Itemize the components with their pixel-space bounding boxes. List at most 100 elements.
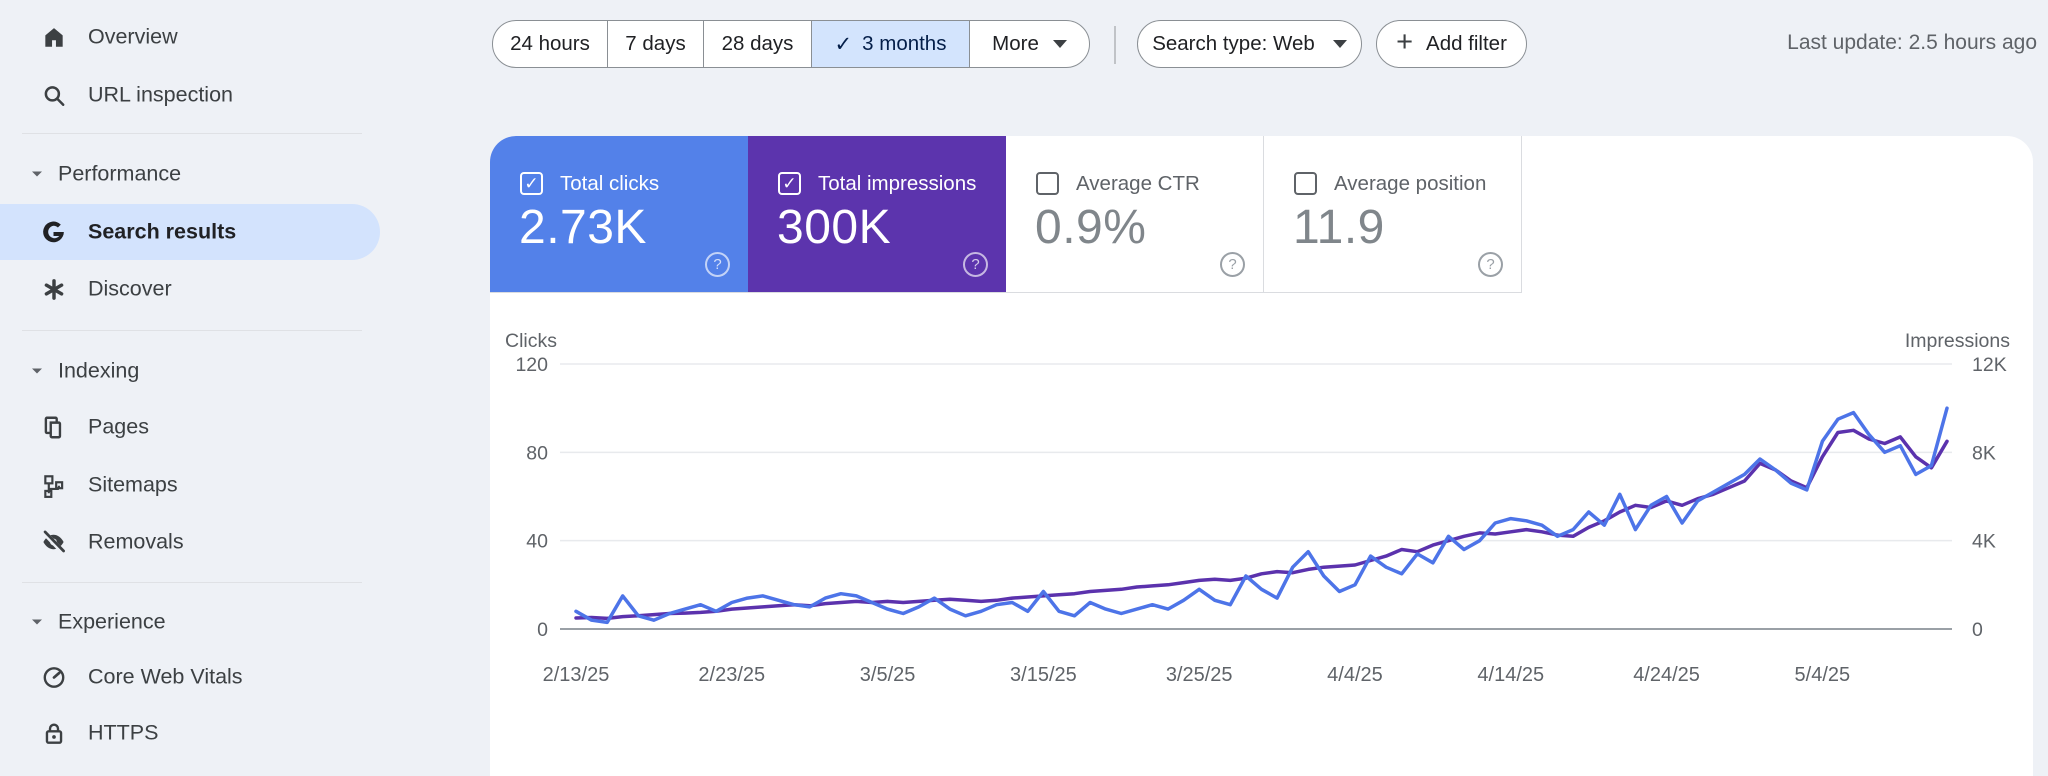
svg-text:4K: 4K [1972, 531, 1996, 553]
metric-tiles-row: ✓ Total clicks 2.73K ? ✓ Total impressio… [490, 136, 1522, 293]
sidebar-item-core-web-vitals[interactable]: Core Web Vitals [0, 654, 380, 700]
svg-text:40: 40 [526, 531, 548, 553]
sidebar-item-removals[interactable]: Removals [0, 519, 380, 565]
search-type-label: Search type: Web [1152, 32, 1315, 55]
sidebar-divider [22, 133, 362, 134]
sidebar-section-label: Performance [58, 161, 182, 186]
sitemaps-icon [40, 472, 67, 499]
sidebar-item-label: Removals [88, 529, 184, 554]
sidebar-section-label: Indexing [58, 358, 140, 383]
help-icon[interactable]: ? [705, 252, 730, 277]
metric-label: Average CTR [1076, 172, 1200, 195]
metric-value: 2.73K [519, 201, 647, 254]
metric-label: Total impressions [818, 172, 977, 195]
sidebar-item-url-inspection[interactable]: URL inspection [0, 72, 380, 118]
svg-text:0: 0 [537, 619, 548, 641]
date-range-label: 28 days [721, 32, 794, 55]
sidebar-section-experience[interactable]: Experience [0, 600, 380, 644]
sidebar-item-label: Pages [88, 414, 149, 439]
sidebar-divider [22, 582, 362, 583]
svg-text:2/13/25: 2/13/25 [543, 664, 610, 686]
lock-icon [40, 720, 67, 747]
svg-text:0: 0 [1972, 619, 1983, 641]
toolbar-divider [1114, 26, 1116, 64]
sidebar-item-label: Discover [88, 276, 172, 301]
chevron-down-icon [29, 166, 45, 182]
sidebar-item-label: Core Web Vitals [88, 664, 243, 689]
metric-value: 0.9% [1035, 201, 1147, 254]
sidebar-item-search-results[interactable]: Search results [0, 204, 380, 260]
date-range-label: 24 hours [510, 32, 590, 55]
checkbox-checked-icon[interactable]: ✓ [778, 172, 801, 195]
svg-text:3/5/25: 3/5/25 [860, 664, 916, 686]
date-range-label: More [992, 32, 1039, 55]
svg-text:3/25/25: 3/25/25 [1166, 664, 1233, 686]
svg-text:8K: 8K [1972, 442, 1996, 464]
sidebar-item-overview[interactable]: Overview [0, 14, 380, 60]
metric-tile-total-clicks[interactable]: ✓ Total clicks 2.73K ? [490, 136, 748, 292]
sidebar: Overview URL inspection Performance Sear… [0, 0, 380, 745]
search-type-dropdown[interactable]: Search type: Web [1137, 20, 1362, 68]
svg-text:Impressions: Impressions [1905, 330, 2010, 352]
svg-text:12K: 12K [1972, 354, 2007, 376]
eye-off-icon [40, 529, 67, 556]
date-range-more-button[interactable]: More [969, 21, 1089, 67]
pages-icon [40, 414, 67, 441]
svg-text:3/15/25: 3/15/25 [1010, 664, 1077, 686]
checkbox-unchecked-icon[interactable] [1036, 172, 1059, 195]
metric-label: Average position [1334, 172, 1487, 195]
svg-text:80: 80 [526, 442, 548, 464]
date-range-segmented-control: 24 hours 7 days 28 days ✓ 3 months More [492, 20, 1090, 68]
sidebar-item-label: Sitemaps [88, 472, 178, 497]
checkbox-checked-icon[interactable]: ✓ [520, 172, 543, 195]
date-range-label: 7 days [625, 32, 686, 55]
svg-text:Clicks: Clicks [505, 330, 557, 352]
svg-text:120: 120 [515, 354, 548, 376]
svg-text:4/14/25: 4/14/25 [1477, 664, 1544, 686]
sidebar-section-label: Experience [58, 609, 166, 634]
google-g-icon [40, 219, 67, 246]
chevron-down-icon [29, 363, 45, 379]
sidebar-item-label: Search results [88, 219, 237, 244]
sidebar-item-label: Overview [88, 24, 178, 49]
sidebar-item-sitemaps[interactable]: Sitemaps [0, 462, 380, 508]
help-icon[interactable]: ? [1478, 252, 1503, 277]
date-range-7-days[interactable]: 7 days [607, 21, 703, 67]
plus-icon: + [1396, 26, 1414, 58]
metric-tile-average-ctr[interactable]: Average CTR 0.9% ? [1006, 136, 1264, 292]
sidebar-item-label: HTTPS [88, 720, 159, 745]
checkbox-unchecked-icon[interactable] [1294, 172, 1317, 195]
metric-tile-total-impressions[interactable]: ✓ Total impressions 300K ? [748, 136, 1006, 292]
metric-value: 11.9 [1293, 201, 1385, 254]
sidebar-divider [22, 330, 362, 331]
chevron-down-icon [29, 614, 45, 630]
check-icon: ✓ [834, 32, 853, 56]
sidebar-section-performance[interactable]: Performance [0, 152, 380, 196]
performance-chart[interactable]: 0 0 40 4K 80 8K 120 12K Clicks Impressions 2/13/25… [490, 321, 2033, 731]
svg-text:2/23/25: 2/23/25 [698, 664, 765, 686]
svg-text:5/4/25: 5/4/25 [1795, 664, 1851, 686]
search-console-performance-page: { "sidebar": { "top_items": [ { "label":… [0, 0, 2048, 776]
help-icon[interactable]: ? [1220, 252, 1245, 277]
metric-label: Total clicks [560, 172, 660, 195]
sidebar-section-indexing[interactable]: Indexing [0, 349, 380, 393]
add-filter-button[interactable]: + Add filter [1376, 20, 1527, 68]
help-icon[interactable]: ? [963, 252, 988, 277]
sidebar-item-pages[interactable]: Pages [0, 404, 380, 450]
sidebar-item-label: URL inspection [88, 82, 233, 107]
date-range-label: 3 months [862, 32, 947, 55]
sidebar-item-https[interactable]: HTTPS [0, 710, 380, 756]
last-update-text: Last update: 2.5 hours ago [1787, 31, 2037, 54]
sidebar-item-discover[interactable]: Discover [0, 266, 380, 312]
gauge-icon [40, 664, 67, 691]
search-icon [40, 82, 67, 109]
date-range-3-months[interactable]: ✓ 3 months [811, 21, 969, 67]
date-range-28-days[interactable]: 28 days [703, 21, 811, 67]
add-filter-label: Add filter [1426, 32, 1507, 55]
home-icon [40, 24, 67, 51]
date-range-24-hours[interactable]: 24 hours [493, 21, 607, 67]
svg-text:4/4/25: 4/4/25 [1327, 664, 1383, 686]
metric-tile-average-position[interactable]: Average position 11.9 ? [1264, 136, 1522, 292]
discover-asterisk-icon [40, 276, 67, 303]
svg-text:4/24/25: 4/24/25 [1633, 664, 1700, 686]
